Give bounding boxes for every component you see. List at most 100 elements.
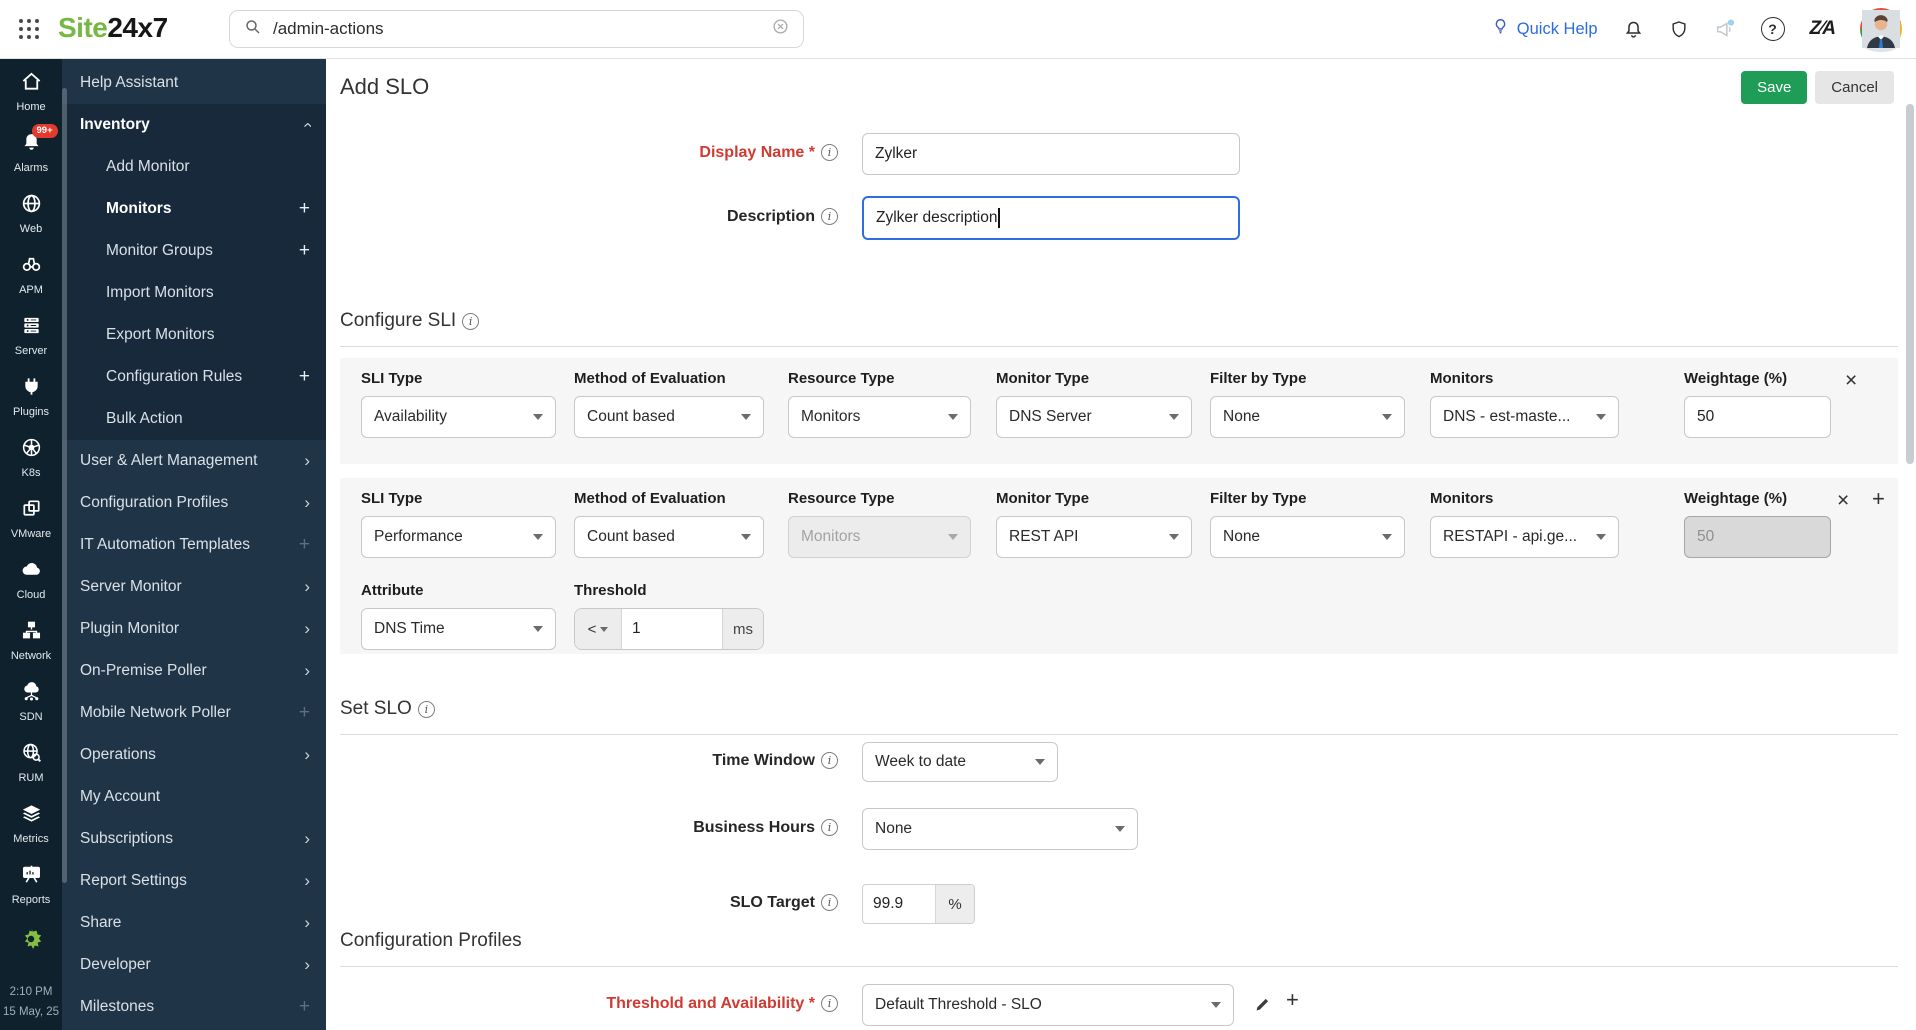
inventory-section: Inventory › Add Monitor Monitors + Monit… [62, 104, 326, 440]
sli-type-select[interactable]: Availability [361, 396, 556, 438]
sidebar-item-monitor-groups[interactable]: Monitor Groups + [62, 230, 326, 272]
content-scrollbar[interactable] [1906, 104, 1914, 464]
monitor-type-select[interactable]: REST API [996, 516, 1192, 558]
page-title: Add SLO [340, 74, 430, 99]
attribute-select[interactable]: DNS Time [361, 608, 556, 650]
monitor-type-select[interactable]: DNS Server [996, 396, 1192, 438]
slo-target-input[interactable]: 99.9 [863, 885, 935, 923]
info-icon[interactable]: i [821, 752, 838, 769]
plus-icon[interactable]: + [299, 198, 310, 220]
rail-item-vmware[interactable]: VMware [0, 497, 62, 540]
threshold-value-input[interactable]: 1 [622, 609, 722, 649]
method-of-evaluation-select[interactable]: Count based [574, 396, 764, 438]
info-icon[interactable]: i [821, 894, 838, 911]
sidebar-item-subscriptions[interactable]: Subscriptions › [62, 818, 326, 860]
sidebar-item-bulk-action[interactable]: Bulk Action [62, 398, 326, 440]
add-profile-icon[interactable]: + [1286, 989, 1299, 1011]
sidebar-item-mobile-network-poller[interactable]: Mobile Network Poller + [62, 692, 326, 734]
rail-item-apm[interactable]: APM [0, 253, 62, 296]
sidebar-item-it-automation-templates[interactable]: IT Automation Templates + [62, 524, 326, 566]
sidebar-item-my-account[interactable]: My Account [62, 776, 326, 818]
monitors-select[interactable]: DNS - est-maste... [1430, 396, 1619, 438]
site24x7-logo[interactable]: Site24x7 [58, 12, 168, 44]
time-window-select[interactable]: Week to date [862, 742, 1058, 782]
sidebar-item-add-monitor[interactable]: Add Monitor [62, 146, 326, 188]
help-question-icon[interactable]: ? [1760, 17, 1785, 41]
sidebar-item-developer[interactable]: Developer › [62, 944, 326, 986]
quick-help-button[interactable]: Quick Help [1491, 17, 1598, 41]
info-icon[interactable]: i [821, 208, 838, 225]
app-grid-icon[interactable] [17, 17, 41, 41]
resource-type-select[interactable]: Monitors [788, 396, 971, 438]
remove-sli-row-icon[interactable]: × [1845, 370, 1857, 391]
rail-item-rum[interactable]: RUM [0, 741, 62, 784]
sidebar-item-report-settings[interactable]: Report Settings › [62, 860, 326, 902]
chevron-down-icon [1035, 759, 1045, 770]
sidebar-item-inventory[interactable]: Inventory › [62, 104, 326, 146]
filter-by-type-select[interactable]: None [1210, 396, 1405, 438]
sidebar-item-operations[interactable]: Operations › [62, 734, 326, 776]
weightage-input[interactable]: 50 [1684, 396, 1831, 438]
method-of-evaluation-select[interactable]: Count based [574, 516, 764, 558]
display-name-input[interactable]: Zylker [862, 133, 1240, 175]
rail-item-cloud[interactable]: Cloud [0, 558, 62, 601]
business-hours-select[interactable]: None [862, 808, 1138, 850]
sidebar-item-plugin-monitor[interactable]: Plugin Monitor › [62, 608, 326, 650]
description-input[interactable]: Zylker description [862, 196, 1240, 240]
rail-item-alarms[interactable]: 99+ Alarms [0, 124, 62, 174]
save-button[interactable]: Save [1741, 71, 1808, 104]
sidebar-item-user-alert-management[interactable]: User & Alert Management › [62, 440, 326, 482]
rail-item-network[interactable]: Network [0, 619, 62, 662]
sidebar-item-export-monitors[interactable]: Export Monitors [62, 314, 326, 356]
clear-search-icon[interactable] [772, 18, 789, 40]
rail-item-home[interactable]: Home [0, 70, 62, 113]
topbar: Site24x7 /admin-actions Quick Help ? Z⁄A [0, 0, 1916, 59]
plus-icon[interactable]: + [299, 366, 310, 388]
zoho-apps-icon[interactable]: Z⁄A [1810, 18, 1836, 40]
add-sli-row-icon[interactable]: + [1872, 488, 1885, 510]
sidebar-item-share[interactable]: Share › [62, 902, 326, 944]
monitors-select[interactable]: RESTAPI - api.ge... [1430, 516, 1619, 558]
edit-pencil-icon[interactable] [1254, 996, 1271, 1018]
chevron-down-icon [533, 626, 543, 637]
chevron-up-icon: › [297, 122, 317, 128]
sidebar-item-milestones[interactable]: Milestones + [62, 986, 326, 1028]
sidebar-item-configuration-rules[interactable]: Configuration Rules + [62, 356, 326, 398]
rail-item-server[interactable]: Server [0, 314, 62, 357]
plus-icon[interactable]: + [299, 240, 310, 262]
shield-icon[interactable] [1669, 19, 1689, 40]
filter-by-type-select[interactable]: None [1210, 516, 1405, 558]
info-icon[interactable]: i [821, 819, 838, 836]
plus-icon[interactable]: + [299, 702, 310, 724]
rail-item-sdn[interactable]: SDN [0, 680, 62, 723]
sidebar-item-on-premise-poller[interactable]: On-Premise Poller › [62, 650, 326, 692]
notifications-bell-icon[interactable] [1623, 19, 1644, 40]
rail-item-metrics[interactable]: Metrics [0, 802, 62, 845]
display-name-label: Display Name * i [326, 144, 838, 162]
sidebar-item-monitors[interactable]: Monitors + [62, 188, 326, 230]
sidebar-item-import-monitors[interactable]: Import Monitors [62, 272, 326, 314]
sidebar-item-server-monitor[interactable]: Server Monitor › [62, 566, 326, 608]
sidebar-item-help-assistant[interactable]: Help Assistant [62, 62, 326, 104]
plus-icon[interactable]: + [299, 996, 310, 1018]
rail-item-web[interactable]: Web [0, 192, 62, 235]
rail-item-plugins[interactable]: Plugins [0, 375, 62, 418]
sidebar-item-configuration-profiles[interactable]: Configuration Profiles › [62, 482, 326, 524]
chevron-down-icon [1169, 414, 1179, 425]
sli-type-select[interactable]: Performance [361, 516, 556, 558]
remove-sli-row-icon[interactable]: × [1837, 490, 1849, 511]
plus-icon[interactable]: + [299, 534, 310, 556]
cancel-button[interactable]: Cancel [1815, 71, 1894, 104]
rail-item-k8s[interactable]: K8s [0, 436, 62, 479]
threshold-profile-select[interactable]: Default Threshold - SLO [862, 984, 1234, 1026]
user-avatar[interactable] [1860, 8, 1902, 52]
info-icon[interactable]: i [462, 313, 480, 330]
info-icon[interactable]: i [821, 995, 838, 1012]
rail-item-reports[interactable]: Reports [0, 863, 62, 906]
announcements-megaphone-icon[interactable] [1714, 18, 1736, 40]
global-search-input[interactable]: /admin-actions [229, 10, 804, 48]
info-icon[interactable]: i [821, 144, 838, 161]
threshold-operator-select[interactable]: < [575, 609, 622, 649]
admin-gear-icon[interactable] [18, 926, 44, 957]
info-icon[interactable]: i [417, 701, 435, 718]
